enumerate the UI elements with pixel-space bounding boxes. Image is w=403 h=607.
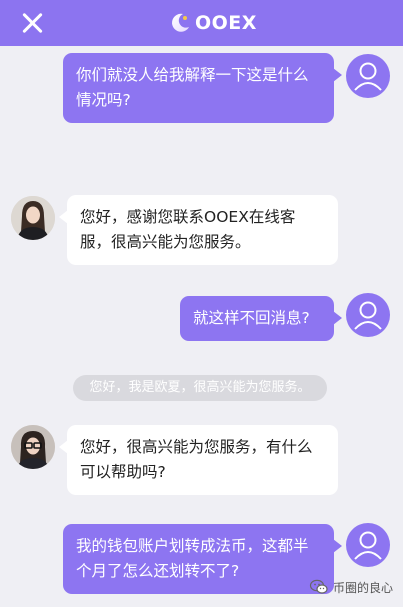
- user-avatar-icon: [346, 523, 390, 567]
- brand: OOEX: [168, 9, 257, 37]
- system-notice: 您好，我是欧夏，很高兴能为您服务。: [73, 375, 327, 401]
- message-text: 我的钱包账户划转成法币，这都半个月了怎么还划转不了?: [76, 537, 309, 580]
- watermark-text: 币圈的良心: [332, 580, 393, 595]
- message-text: 就这样不回消息?: [193, 309, 310, 327]
- message-text: 您好，很高兴能为您服务，有什么可以帮助吗?: [80, 438, 313, 481]
- wechat-icon: [309, 579, 328, 594]
- chat-message-user: 我的钱包账户划转成法币，这都半个月了怎么还划转不了?: [63, 524, 342, 594]
- watermark: 币圈的良心: [309, 577, 393, 597]
- chat-message-user: 你们就没人给我解释一下这是什么情况吗?: [63, 53, 342, 123]
- message-text: 你们就没人给我解释一下这是什么情况吗?: [76, 66, 309, 109]
- user-avatar-icon: [346, 293, 390, 337]
- chat-message-user: 就这样不回消息?: [180, 296, 342, 341]
- close-icon[interactable]: [19, 10, 45, 36]
- agent-avatar-photo: [11, 196, 55, 240]
- chat-message-agent: 您好，感谢您联系OOEX在线客服，很高兴能为您服务。: [59, 195, 338, 265]
- agent-avatar-photo: [11, 425, 55, 469]
- app-header: OOEX: [0, 0, 403, 46]
- chat-message-agent: 您好，很高兴能为您服务，有什么可以帮助吗?: [59, 425, 338, 495]
- brand-name: OOEX: [195, 12, 257, 34]
- ooex-logo-icon: [172, 13, 189, 32]
- message-text: 您好，感谢您联系OOEX在线客服，很高兴能为您服务。: [80, 208, 296, 251]
- user-avatar-icon: [346, 54, 390, 98]
